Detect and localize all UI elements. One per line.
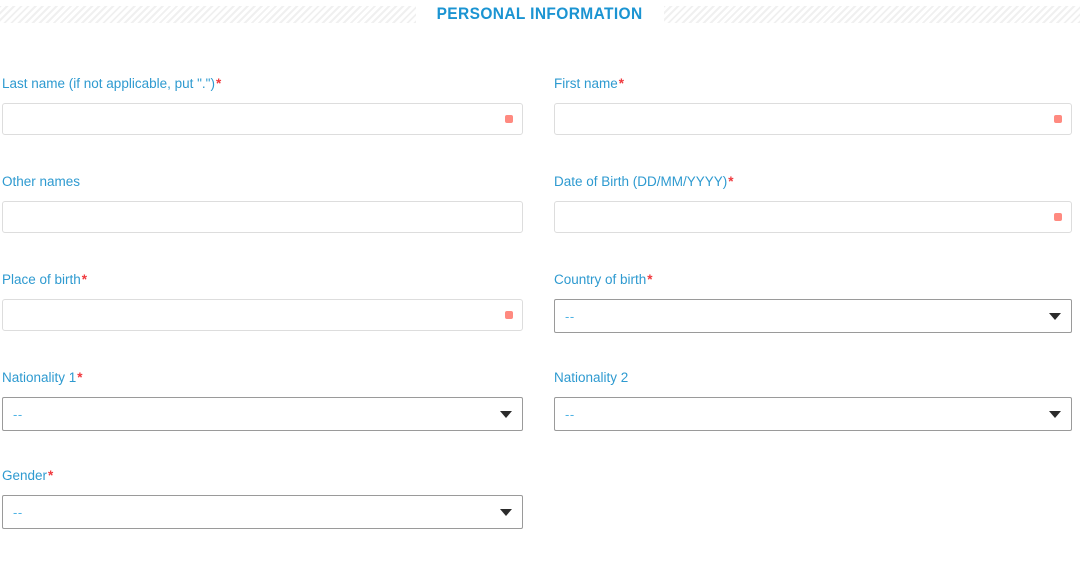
field-label-text: Other names xyxy=(2,174,81,189)
input-wrapper xyxy=(2,103,523,135)
form-field-date-of-birth-dd-mm-yyyy: Date of Birth (DD/MM/YYYY)* xyxy=(554,174,1072,233)
select-value: -- xyxy=(565,406,575,422)
input-other-names[interactable] xyxy=(2,201,523,233)
form-field-gender: Gender* -- xyxy=(2,468,523,529)
input-date-of-birth-dd-mm-yyyy[interactable] xyxy=(554,201,1072,233)
field-label-country-of-birth: Country of birth* xyxy=(554,272,1072,288)
select-wrapper: -- xyxy=(554,299,1072,333)
form-field-other-names: Other names xyxy=(2,174,523,233)
personal-information-form: Last name (if not applicable, put ".")* F… xyxy=(0,76,1080,566)
required-asterisk: * xyxy=(647,272,653,287)
form-field-place-of-birth: Place of birth* xyxy=(2,272,523,331)
field-label-first-name: First name* xyxy=(554,76,1072,92)
select-value: -- xyxy=(13,406,23,422)
section-header: PERSONAL INFORMATION xyxy=(0,0,1080,28)
form-row: Other names Date of Birth (DD/MM/YYYY)* xyxy=(0,174,1080,272)
select-nationality-1[interactable]: -- xyxy=(2,397,523,431)
required-asterisk: * xyxy=(48,468,54,483)
field-label-text: Nationality 1 xyxy=(2,370,77,385)
required-indicator-dot xyxy=(1054,213,1062,221)
select-gender[interactable]: -- xyxy=(2,495,523,529)
field-label-nationality-2: Nationality 2 xyxy=(554,370,1072,386)
field-label-text: Place of birth xyxy=(2,272,81,287)
input-wrapper xyxy=(2,299,523,331)
select-wrapper: -- xyxy=(2,397,523,431)
field-label-last-name-if-not-applicable-put: Last name (if not applicable, put ".")* xyxy=(2,76,523,92)
select-country-of-birth[interactable]: -- xyxy=(554,299,1072,333)
select-value: -- xyxy=(565,308,575,324)
input-first-name[interactable] xyxy=(554,103,1072,135)
input-wrapper xyxy=(2,201,523,233)
required-indicator-dot xyxy=(505,311,513,319)
hatch-band-left xyxy=(0,5,417,23)
input-last-name-if-not-applicable-put[interactable] xyxy=(2,103,523,135)
required-indicator-dot xyxy=(1054,115,1062,123)
field-label-text: Nationality 2 xyxy=(554,370,629,385)
field-label-nationality-1: Nationality 1* xyxy=(2,370,523,386)
field-label-other-names: Other names xyxy=(2,174,523,190)
select-value: -- xyxy=(13,504,23,520)
required-asterisk: * xyxy=(81,272,88,287)
required-asterisk: * xyxy=(728,174,734,189)
form-field-last-name-if-not-applicable-put: Last name (if not applicable, put ".")* xyxy=(2,76,523,135)
form-row: Gender* -- xyxy=(0,468,1080,566)
required-asterisk: * xyxy=(618,76,625,91)
field-label-text: First name xyxy=(554,76,618,91)
form-row: Nationality 1* -- Nationality 2 -- xyxy=(0,370,1080,468)
field-label-text: Gender xyxy=(2,468,48,483)
hatch-band-right xyxy=(663,5,1080,23)
field-label-gender: Gender* xyxy=(2,468,523,484)
form-field-first-name: First name* xyxy=(554,76,1072,135)
form-row: Last name (if not applicable, put ".")* F… xyxy=(0,76,1080,174)
form-field-country-of-birth: Country of birth* -- xyxy=(554,272,1072,333)
required-asterisk: * xyxy=(77,370,83,385)
select-nationality-2[interactable]: -- xyxy=(554,397,1072,431)
form-row: Place of birth* Country of birth* -- xyxy=(0,272,1080,370)
section-title: PERSONAL INFORMATION xyxy=(437,4,644,23)
required-asterisk: * xyxy=(215,76,222,91)
select-wrapper: -- xyxy=(2,495,523,529)
form-field-nationality-1: Nationality 1* -- xyxy=(2,370,523,431)
input-wrapper xyxy=(554,103,1072,135)
input-wrapper xyxy=(554,201,1072,233)
input-place-of-birth[interactable] xyxy=(2,299,523,331)
field-label-date-of-birth-dd-mm-yyyy: Date of Birth (DD/MM/YYYY)* xyxy=(554,174,1072,190)
field-label-text: Country of birth xyxy=(554,272,647,287)
field-label-text: Date of Birth (DD/MM/YYYY) xyxy=(554,174,728,189)
required-indicator-dot xyxy=(505,115,513,123)
form-field-nationality-2: Nationality 2 -- xyxy=(554,370,1072,431)
field-label-text: Last name (if not applicable, put ".") xyxy=(2,76,215,91)
field-label-place-of-birth: Place of birth* xyxy=(2,272,523,288)
select-wrapper: -- xyxy=(554,397,1072,431)
